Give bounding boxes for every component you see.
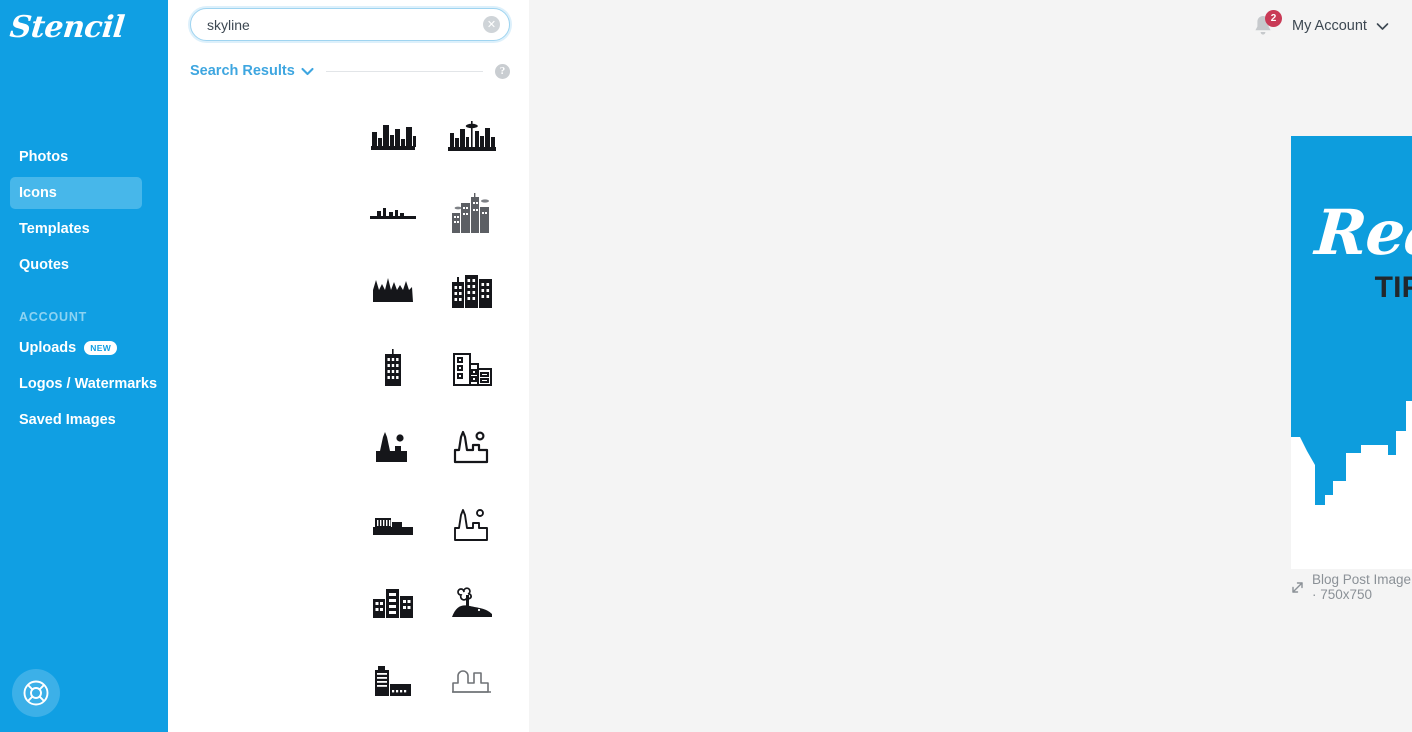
sidebar-item-label: Saved Images bbox=[19, 412, 116, 428]
search-results-header: Search Results ? bbox=[190, 60, 510, 82]
icon-result-skyline-bars-solid[interactable] bbox=[353, 96, 433, 174]
sidebar-item-label: Icons bbox=[19, 185, 57, 201]
icon-result-detailed-city-illustration[interactable] bbox=[433, 174, 513, 252]
sidebar-item-uploads[interactable]: Uploads NEW bbox=[10, 332, 160, 364]
sidebar-item-label: Uploads bbox=[19, 340, 77, 356]
icon-result-smokestack-factory-hill[interactable] bbox=[433, 564, 513, 642]
sidebar-item-quotes[interactable]: Quotes bbox=[10, 249, 142, 281]
chevron-down-icon bbox=[1376, 22, 1389, 31]
sidebar-item-logos-watermarks[interactable]: Logos / Watermarks bbox=[10, 368, 160, 400]
sidebar-item-photos[interactable]: Photos bbox=[10, 141, 142, 173]
account-menu[interactable]: My Account bbox=[1292, 18, 1389, 34]
question-mark-icon[interactable]: ? bbox=[495, 63, 510, 79]
canvas-title-text[interactable]: Real Estate bbox=[1291, 196, 1412, 269]
search-field-wrapper: ✕ bbox=[190, 8, 510, 41]
main-area: 2 My Account Real TIP Blog Post Image · … bbox=[529, 0, 1412, 732]
canvas-size-label[interactable]: Blog Post Image · 750x750 bbox=[1291, 572, 1412, 602]
icon-result-flat-low-skyline[interactable] bbox=[353, 174, 433, 252]
sidebar-item-label: Photos bbox=[19, 149, 69, 165]
icon-result-skyline-moon-solid[interactable] bbox=[353, 408, 433, 486]
app-logo[interactable]: Stencil bbox=[8, 10, 126, 45]
sidebar-item-label: Logos / Watermarks bbox=[19, 376, 158, 392]
canvas-size-text: Blog Post Image · 750x750 bbox=[1312, 572, 1412, 602]
icon-result-dome-buildings-outline[interactable] bbox=[433, 642, 513, 720]
icon-result-spiky-skyline-solid[interactable] bbox=[353, 252, 433, 330]
icon-result-three-towers-windows[interactable] bbox=[433, 252, 513, 330]
canvas-subtitle-text[interactable]: TIP OF THE WEEK bbox=[1291, 271, 1412, 305]
sidebar: Stencil Photos Icons Templates Quotes AC… bbox=[0, 0, 168, 732]
clear-search-icon[interactable]: ✕ bbox=[483, 16, 500, 33]
stencil-app: Stencil Photos Icons Templates Quotes AC… bbox=[0, 0, 1412, 732]
icon-result-tower-with-low-building[interactable] bbox=[353, 642, 433, 720]
notification-bell-icon[interactable]: 2 bbox=[1252, 10, 1282, 40]
sidebar-item-templates[interactable]: Templates bbox=[10, 213, 142, 245]
notification-count-badge: 2 bbox=[1265, 10, 1282, 27]
account-label: My Account bbox=[1292, 18, 1367, 34]
new-badge: NEW bbox=[84, 341, 118, 355]
design-canvas[interactable]: Real Estate TIP OF THE WEEK Stencil bbox=[1291, 136, 1412, 569]
icon-result-warehouse-skyline-solid[interactable] bbox=[353, 486, 433, 564]
icon-result-seattle-space-needle-skyline[interactable] bbox=[433, 96, 513, 174]
sidebar-item-icons[interactable]: Icons bbox=[10, 177, 142, 209]
search-panel: ✕ Search Results ? bbox=[168, 0, 679, 732]
icon-result-single-tower-building[interactable] bbox=[353, 330, 433, 408]
lifebuoy-icon[interactable] bbox=[12, 669, 60, 717]
top-bar: 2 My Account bbox=[529, 0, 1412, 50]
resize-diagonal-icon bbox=[1291, 581, 1304, 594]
sidebar-section-account: ACCOUNT bbox=[19, 310, 88, 324]
icon-result-three-buildings-windows-solid[interactable] bbox=[353, 564, 433, 642]
sidebar-item-saved-images[interactable]: Saved Images bbox=[10, 404, 160, 436]
icon-result-skyline-moon-outline-bold[interactable] bbox=[433, 408, 513, 486]
search-input[interactable] bbox=[190, 8, 510, 41]
icon-result-office-complex-outline[interactable] bbox=[433, 330, 513, 408]
icon-result-skyline-moon-outline-thin[interactable] bbox=[433, 486, 513, 564]
sidebar-item-label: Quotes bbox=[19, 257, 69, 273]
skyline-graphic[interactable] bbox=[1291, 329, 1412, 569]
sidebar-item-label: Templates bbox=[19, 221, 90, 237]
search-results-label[interactable]: Search Results bbox=[190, 63, 295, 79]
header-divider bbox=[325, 70, 483, 72]
chevron-down-icon[interactable] bbox=[301, 67, 314, 76]
